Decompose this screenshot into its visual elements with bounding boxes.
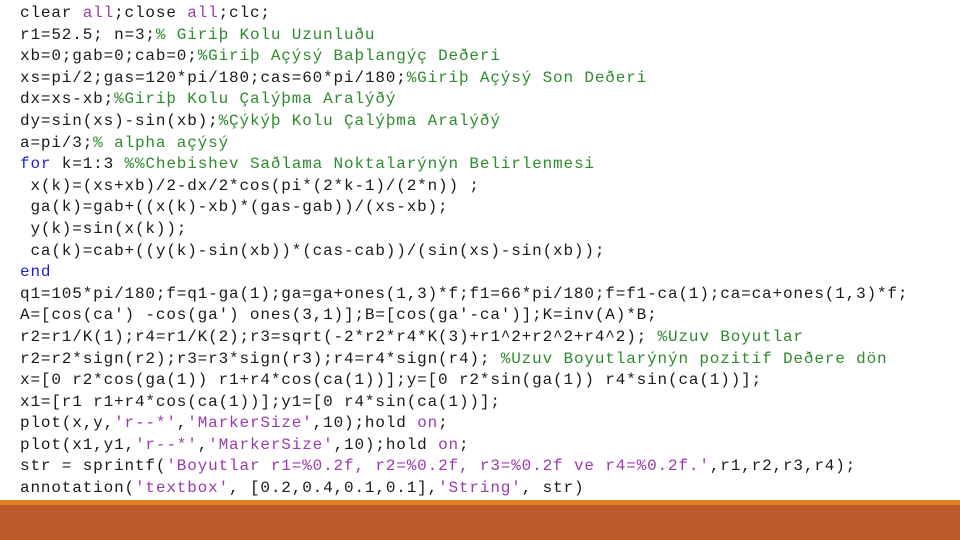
code-token-string: 'r--*' [114,414,177,433]
code-token-code: ;clc; [218,4,271,22]
code-token-code: r2=r1/K(1);r4=r1/K(2);r3=sqrt(-2*r2*r4*K… [20,327,658,346]
code-token-string: 'MarkerSize' [187,414,313,433]
code-token-comment: %Giriþ Açýsý Baþlangýç Deðeri [197,47,501,66]
code-token-code: ,r1,r2,r3,r4); [709,457,857,476]
code-line: A=[cos(ca') -cos(ga') ones(3,1)];B=[cos(… [20,305,908,327]
code-line: xs=pi/2;gas=120*pi/180;cas=60*pi/180;%Gi… [20,68,908,90]
code-token-code: ; [438,414,449,433]
code-token-code: a=pi/3; [20,133,94,152]
code-token-comment: % alpha açýsý [93,133,230,152]
code-token-comment: %Giriþ Kolu Çalýþma Aralýðý [114,90,397,109]
code-line: x(k)=(xs+xb)/2-dx/2*cos(pi*(2*k-1)/(2*n)… [20,176,908,198]
code-line: end [20,262,908,284]
code-token-code: plot(x,y, [20,414,115,433]
code-line: dy=sin(xs)-sin(xb);%Çýkýþ Kolu Çalýþma A… [20,111,908,133]
code-token-code: xs=pi/2;gas=120*pi/180;cas=60*pi/180; [20,68,407,87]
code-line: r2=r1/K(1);r4=r1/K(2);r3=sqrt(-2*r2*r4*K… [20,327,908,349]
code-token-code: ,10);hold [333,435,439,454]
code-line: xb=0;gab=0;cab=0;%Giriþ Açýsý Baþlangýç … [20,46,908,68]
code-token-string: all [187,4,219,22]
code-line: dx=xs-xb;%Giriþ Kolu Çalýþma Aralýðý [20,89,908,111]
code-line: q1=105*pi/180;f=q1-ga(1);ga=ga+ones(1,3)… [20,284,908,306]
code-token-code: ga(k)=gab+((x(k)-xb)*(gas-gab))/(xs-xb); [20,198,449,217]
code-line: ga(k)=gab+((x(k)-xb)*(gas-gab))/(xs-xb); [20,197,908,219]
code-token-comment: % Giriþ Kolu Uzunluðu [155,25,376,44]
code-token-string: 'textbox' [134,479,230,498]
code-line: plot(x1,y1,'r--*','MarkerSize',10);hold … [20,435,908,457]
code-token-code: annotation( [20,479,135,498]
code-line: a=pi/3;% alpha açýsý [20,133,908,155]
code-line: for k=1:3 %%Chebishev Saðlama Noktalarýn… [20,154,908,176]
code-token-code: k=1:3 [51,155,125,174]
code-token-code: dy=sin(xs)-sin(xb); [20,111,219,130]
code-token-string: 'Boyutlar r1=%0.2f, r2=%0.2f, r3=%0.2f v… [166,457,710,476]
code-token-string: 'String' [438,479,522,498]
code-token-keyword: for [20,155,52,174]
code-line: y(k)=sin(x(k)); [20,219,908,241]
code-token-string: 'MarkerSize' [208,435,334,454]
code-token-code: ; [458,435,470,454]
code-line: ca(k)=cab+((y(k)-sin(xb))*(cas-cab))/(si… [20,241,908,263]
code-token-code: ;close [114,4,188,22]
code-token-code: str = sprintf( [20,457,167,476]
code-line: plot(x,y,'r--*','MarkerSize',10);hold on… [20,413,908,435]
code-token-code: r2=r2*sign(r2);r3=r3*sign(r3);r4=r4*sign… [20,349,501,368]
code-token-code: xb=0;gab=0;cab=0; [20,47,198,66]
code-line: r2=r2*sign(r2);r3=r3*sign(r3);r4=r4*sign… [20,349,908,371]
code-line: str = sprintf('Boyutlar r1=%0.2f, r2=%0.… [20,456,908,478]
code-listing: clear all;close all;clc; r1=52.5; n=3;% G… [20,3,908,500]
code-token-code: , [197,435,209,454]
footer-bar [0,505,960,540]
code-token-string: 'r--*' [134,435,198,454]
code-token-comment: %Uzuv Boyutlar [657,327,804,346]
code-token-code: ca(k)=cab+((y(k)-sin(xb))*(cas-cab))/(si… [20,241,606,260]
code-token-string: on [417,414,439,433]
code-token-comment: %Çýkýþ Kolu Çalýþma Aralýðý [218,111,501,130]
code-line: x1=[r1 r1+r4*cos(ca(1))];y1=[0 r4*sin(ca… [20,392,908,414]
code-line: annotation('textbox', [0.2,0.4,0.1,0.1],… [20,478,908,500]
code-token-code: x1=[r1 r1+r4*cos(ca(1))];y1=[0 r4*sin(ca… [20,392,501,411]
code-token-code: ,10);hold [312,414,418,433]
code-line: clear all;close all;clc; [20,3,908,25]
code-token-string: all [82,4,115,22]
code-token-comment: %%Chebishev Saðlama Noktalarýnýn Belirle… [124,155,595,174]
code-token-code: , str) [521,479,585,498]
code-token-code: x(k)=(xs+xb)/2-dx/2*cos(pi*(2*k-1)/(2*n)… [20,176,480,195]
code-token-code: , [176,414,188,433]
code-token-keyword: end [20,263,52,282]
code-line: x=[0 r2*cos(ga(1)) r1+r4*cos(ca(1))];y=[… [20,370,908,392]
code-token-code: dx=xs-xb; [20,90,115,109]
code-line: r1=52.5; n=3;% Giriþ Kolu Uzunluðu [20,25,908,47]
code-token-code: y(k)=sin(x(k)); [20,219,188,238]
code-token-comment: %Giriþ Açýsý Son Deðeri [406,68,648,87]
code-token-code: x=[0 r2*cos(ga(1)) r1+r4*cos(ca(1))];y=[… [20,371,763,390]
code-token-code: q1=105*pi/180;f=q1-ga(1);ga=ga+ones(1,3)… [20,284,909,303]
code-token-code: plot(x1,y1, [20,435,135,454]
code-token-comment: %Uzuv Boyutlarýnýn pozitif Deðere dön [500,349,888,368]
code-token-code: r1=52.5; n=3; [20,25,156,44]
code-token-code: , [0.2,0.4,0.1,0.1], [229,479,439,498]
code-token-code: A=[cos(ca') -cos(ga') ones(3,1)];B=[cos(… [20,306,658,325]
code-token-code: clear [20,4,83,22]
code-token-string: on [438,435,459,454]
